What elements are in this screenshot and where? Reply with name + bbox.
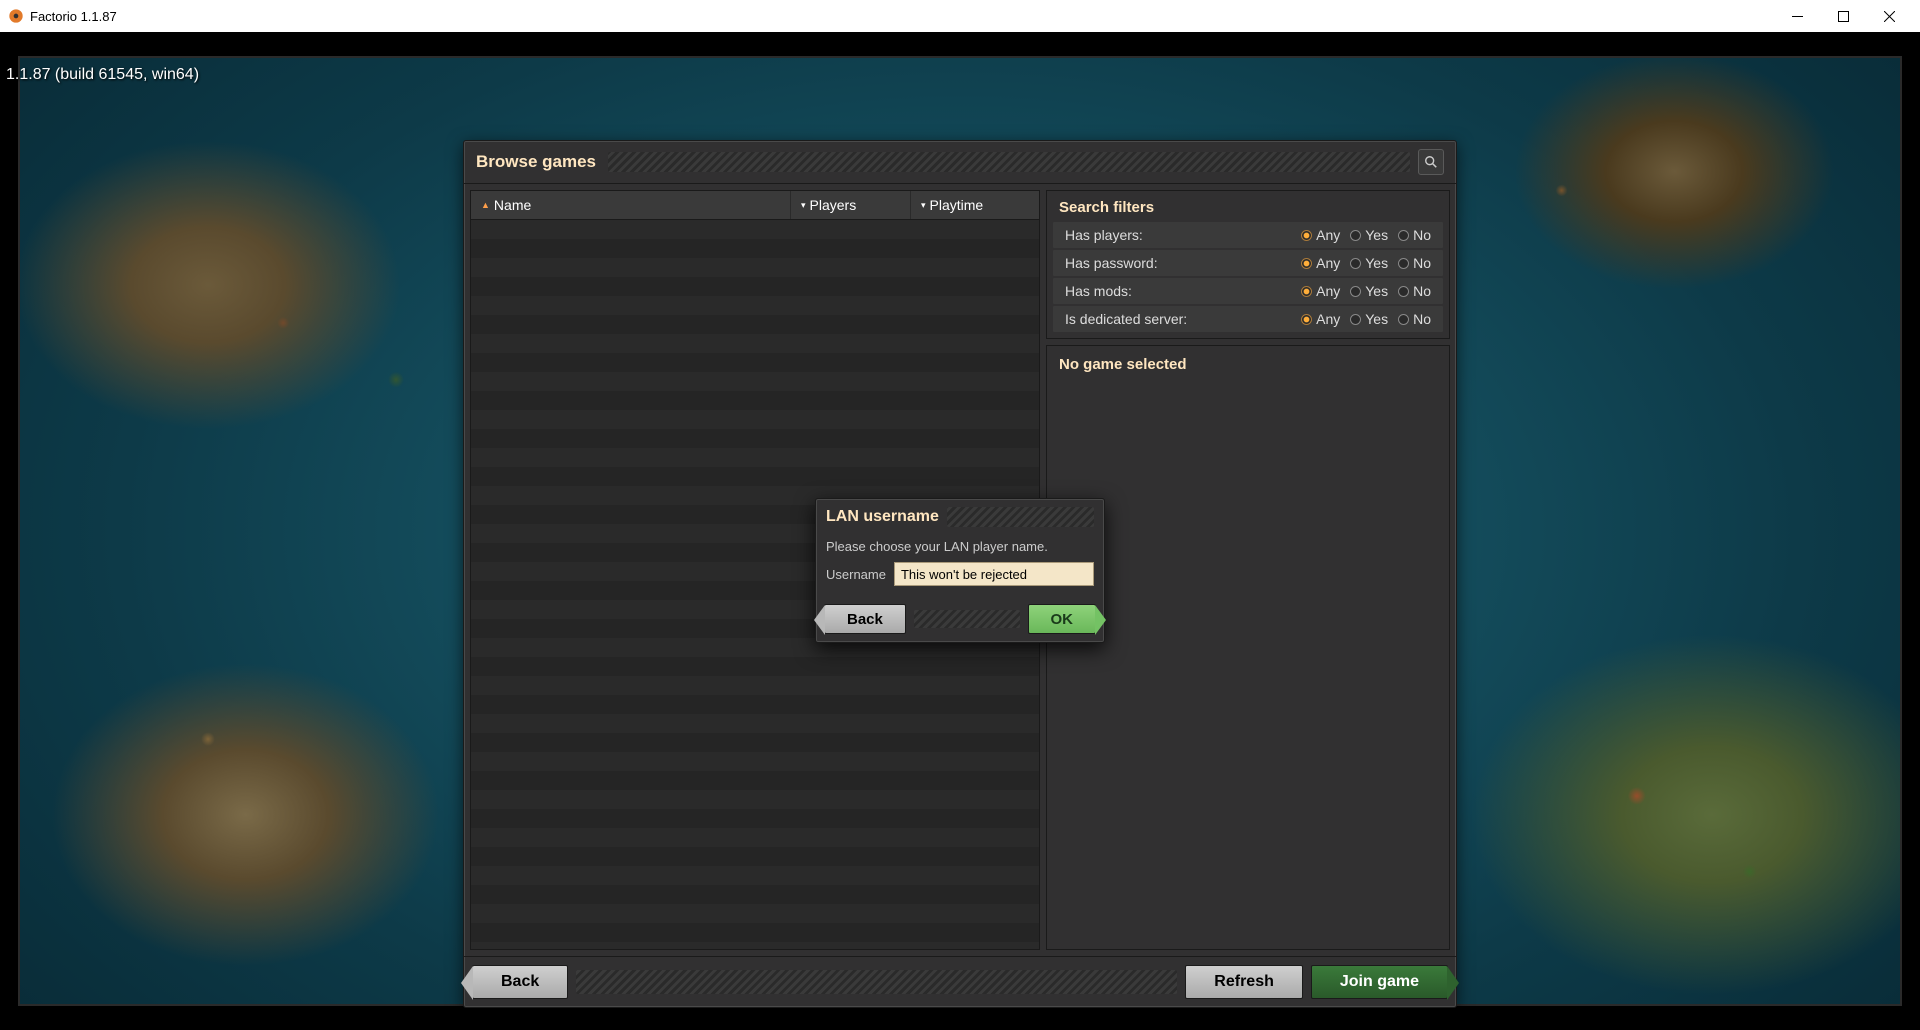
game-viewport: 1.1.87 (build 61545, win64) Browse games… — [0, 32, 1920, 1030]
lan-username-modal: LAN username Please choose your LAN play… — [815, 498, 1105, 643]
panel-footer: Back Refresh Join game — [464, 956, 1456, 1007]
search-button[interactable] — [1418, 149, 1444, 175]
drag-handle[interactable] — [576, 970, 1177, 994]
radio-yes[interactable]: Yes — [1350, 227, 1388, 243]
version-text: 1.1.87 (build 61545, win64) — [6, 66, 199, 84]
radio-any[interactable]: Any — [1301, 255, 1340, 271]
sort-icon: ▾ — [921, 200, 926, 211]
sort-icon: ▾ — [801, 200, 806, 211]
column-playtime[interactable]: ▾ Playtime — [911, 191, 1039, 219]
gear-icon — [8, 8, 24, 24]
radio-any[interactable]: Any — [1301, 227, 1340, 243]
maximize-button[interactable] — [1820, 0, 1866, 32]
drag-handle[interactable] — [608, 152, 1410, 172]
modal-back-button[interactable]: Back — [824, 604, 906, 634]
modal-title: LAN username — [826, 508, 939, 526]
filter-has-password: Has password: Any Yes No — [1053, 250, 1443, 276]
radio-any[interactable]: Any — [1301, 311, 1340, 327]
modal-ok-button[interactable]: OK — [1028, 604, 1097, 634]
radio-yes[interactable]: Yes — [1350, 311, 1388, 327]
filter-dedicated-server: Is dedicated server: Any Yes No — [1053, 306, 1443, 332]
window-title: Factorio 1.1.87 — [30, 9, 117, 24]
column-players[interactable]: ▾ Players — [791, 191, 911, 219]
username-input[interactable] — [894, 562, 1094, 586]
radio-yes[interactable]: Yes — [1350, 283, 1388, 299]
username-label: Username — [826, 567, 886, 582]
refresh-button[interactable]: Refresh — [1185, 965, 1303, 999]
search-filters-panel: Search filters Has players: Any Yes No H… — [1046, 190, 1450, 339]
filters-title: Search filters — [1047, 191, 1449, 222]
modal-message: Please choose your LAN player name. — [826, 539, 1094, 554]
column-headers: ▲ Name ▾ Players ▾ Playtime — [471, 191, 1039, 220]
modal-header: LAN username — [816, 499, 1104, 535]
back-button[interactable]: Back — [472, 965, 568, 999]
radio-no[interactable]: No — [1398, 311, 1431, 327]
radio-yes[interactable]: Yes — [1350, 255, 1388, 271]
sort-asc-icon: ▲ — [481, 200, 490, 210]
radio-any[interactable]: Any — [1301, 283, 1340, 299]
close-button[interactable] — [1866, 0, 1912, 32]
drag-handle[interactable] — [947, 507, 1094, 527]
filter-has-mods: Has mods: Any Yes No — [1053, 278, 1443, 304]
radio-no[interactable]: No — [1398, 283, 1431, 299]
radio-no[interactable]: No — [1398, 227, 1431, 243]
column-name[interactable]: ▲ Name — [471, 191, 791, 219]
radio-no[interactable]: No — [1398, 255, 1431, 271]
panel-title: Browse games — [476, 152, 596, 172]
window-titlebar: Factorio 1.1.87 — [0, 0, 1920, 32]
minimize-button[interactable] — [1774, 0, 1820, 32]
no-game-selected-text: No game selected — [1047, 346, 1449, 383]
drag-handle[interactable] — [914, 610, 1020, 628]
join-game-button[interactable]: Join game — [1311, 965, 1448, 999]
filter-has-players: Has players: Any Yes No — [1053, 222, 1443, 248]
panel-header: Browse games — [464, 141, 1456, 184]
search-icon — [1424, 155, 1438, 169]
game-details-panel: No game selected — [1046, 345, 1450, 950]
